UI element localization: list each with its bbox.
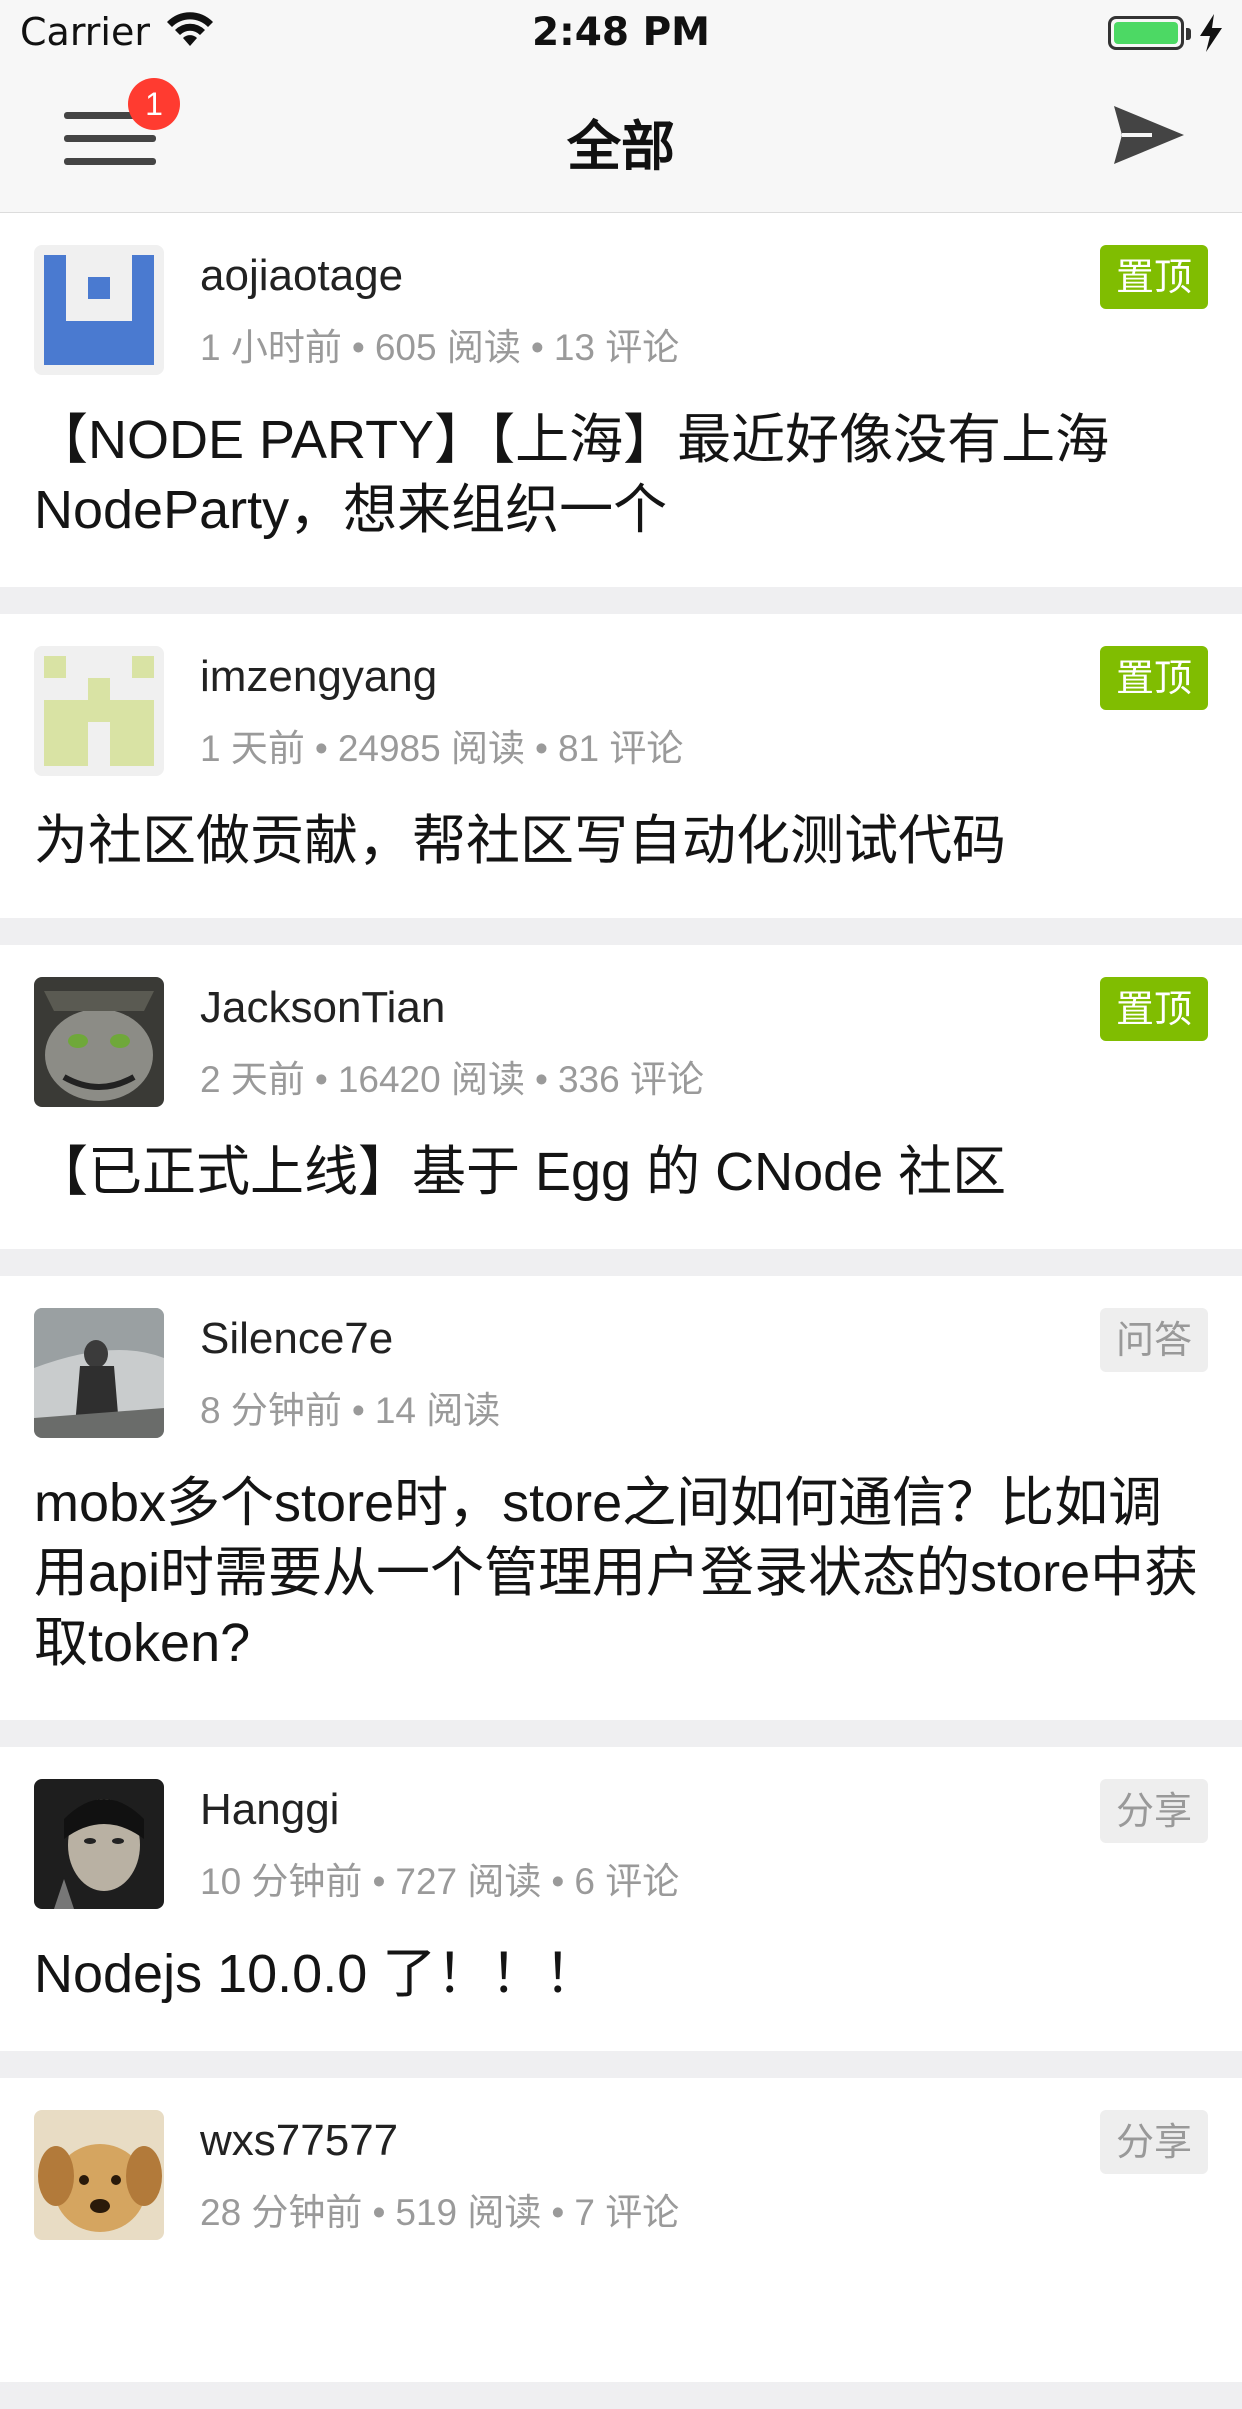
clock: 2:48 PM [532,10,710,55]
topic-time: 1 天前 [200,728,305,769]
topic-meta: 2 天前 • 16420 阅读 • 336 评论 [200,1059,704,1100]
topic-title[interactable]: mobx多个store时，store之间如何通信？比如调用api时需要从一个管理… [34,1468,1208,1678]
topic-time: 1 小时前 [200,327,342,368]
battery-icon [1108,16,1191,50]
pinned-tag: 置顶 [1099,646,1208,710]
pinned-tag: 置顶 [1099,245,1208,309]
comment-count: 7 评论 [574,2192,680,2233]
author-name[interactable]: Silence7e [200,1314,393,1364]
category-tag: 问答 [1099,1308,1208,1372]
topic-card[interactable]: Hanggi 10 分钟前 • 727 阅读 • 6 评论 分享 Nodejs 10.0… [0,1747,1242,2051]
topic-time: 28 分钟前 [200,2192,363,2233]
author-name[interactable]: aojiaotage [200,251,403,301]
avatar[interactable] [34,1308,164,1438]
topic-meta: 1 天前 • 24985 阅读 • 81 评论 [200,728,684,769]
avatar[interactable] [34,977,164,1107]
topic-title[interactable]: 【NODE PARTY】【上海】最近好像没有上海NodeParty，想来组织一个 [34,405,1208,545]
charging-bolt-icon [1200,14,1222,52]
topic-card[interactable]: wxs77577 28 分钟前 • 519 阅读 • 7 评论 分享 [0,2078,1242,2382]
topic-card[interactable]: imzengyang 1 天前 • 24985 阅读 • 81 评论 置顶 为社区做贡献… [0,614,1242,918]
topic-meta: 8 分钟前 • 14 阅读 [200,1390,501,1431]
topic-time: 2 天前 [200,1059,305,1100]
topic-time: 8 分钟前 [200,1390,342,1431]
page-title: 全部 [567,115,675,178]
topic-list: aojiaotage 1 小时前 • 605 阅读 • 13 评论 置顶 【NODE P… [0,213,1242,2409]
author-name[interactable]: wxs77577 [200,2116,398,2166]
read-count: 16420 阅读 [337,1059,525,1100]
read-count: 605 阅读 [374,327,521,368]
topic-meta: 28 分钟前 • 519 阅读 • 7 评论 [200,2192,680,2233]
topic-title[interactable]: 为社区做贡献，帮社区写自动化测试代码 [34,806,1208,876]
status-bar: Carrier 2:48 PM [0,0,1242,66]
pinned-tag: 置顶 [1099,977,1208,1041]
author-name[interactable]: Hanggi [200,1785,339,1835]
send-icon[interactable] [1112,104,1186,166]
avatar[interactable] [34,1779,164,1909]
category-tag: 分享 [1099,2110,1208,2174]
topic-card[interactable]: JacksonTian 2 天前 • 16420 阅读 • 336 评论 置顶 【已正式… [0,945,1242,1249]
comment-count: 336 评论 [557,1059,704,1100]
read-count: 727 阅读 [395,1861,542,1902]
topic-card[interactable]: Silence7e 8 分钟前 • 14 阅读 问答 mobx多个store时，st… [0,1276,1242,1720]
avatar[interactable] [34,646,164,776]
read-count: 24985 阅读 [337,728,525,769]
navigation-bar: 1 全部 [0,66,1242,213]
author-name[interactable]: JacksonTian [200,983,445,1033]
comment-count: 6 评论 [574,1861,680,1902]
read-count: 519 阅读 [395,2192,542,2233]
read-count: 14 阅读 [374,1390,501,1431]
avatar[interactable] [34,2110,164,2240]
topic-meta: 1 小时前 • 605 阅读 • 13 评论 [200,327,680,368]
topic-title[interactable]: Nodejs 10.0.0 了！！！ [34,1939,1208,2009]
avatar[interactable] [34,245,164,375]
comment-count: 81 评论 [557,728,684,769]
topic-card[interactable]: aojiaotage 1 小时前 • 605 阅读 • 13 评论 置顶 【NODE P… [0,213,1242,587]
topic-title[interactable]: 【已正式上线】基于 Egg 的 CNode 社区 [34,1137,1208,1207]
comment-count: 13 评论 [553,327,680,368]
topic-meta: 10 分钟前 • 727 阅读 • 6 评论 [200,1861,680,1902]
topic-time: 10 分钟前 [200,1861,363,1902]
category-tag: 分享 [1099,1779,1208,1843]
author-name[interactable]: imzengyang [200,652,437,702]
